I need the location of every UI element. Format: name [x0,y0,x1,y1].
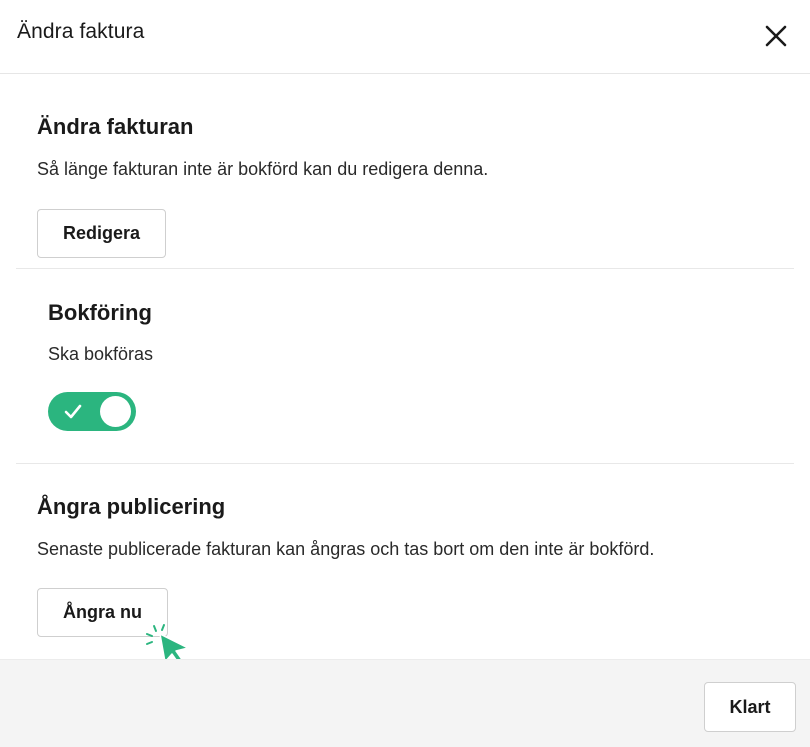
bookkeeping-section-title: Bokföring [48,300,152,325]
close-icon [765,25,787,47]
dialog-title: Ändra faktura [17,20,145,43]
edit-section-description: Så länge fakturan inte är bokförd kan du… [37,159,489,179]
undo-section-description: Senaste publicerade fakturan kan ångras … [37,539,655,559]
done-button[interactable]: Klart [704,682,796,732]
bookkeeping-toggle[interactable] [48,392,136,431]
section-divider [16,463,794,464]
edit-button[interactable]: Redigera [37,209,166,258]
section-divider [16,268,794,269]
dialog-header: Ändra faktura [0,0,810,74]
bookkeeping-section-description: Ska bokföras [48,344,154,364]
dialog-footer: Klart [0,659,810,747]
toggle-knob [100,396,131,427]
edit-section-title: Ändra fakturan [37,114,194,139]
close-button[interactable] [757,17,795,55]
undo-section-title: Ångra publicering [37,494,226,519]
checkmark-icon [64,404,82,419]
